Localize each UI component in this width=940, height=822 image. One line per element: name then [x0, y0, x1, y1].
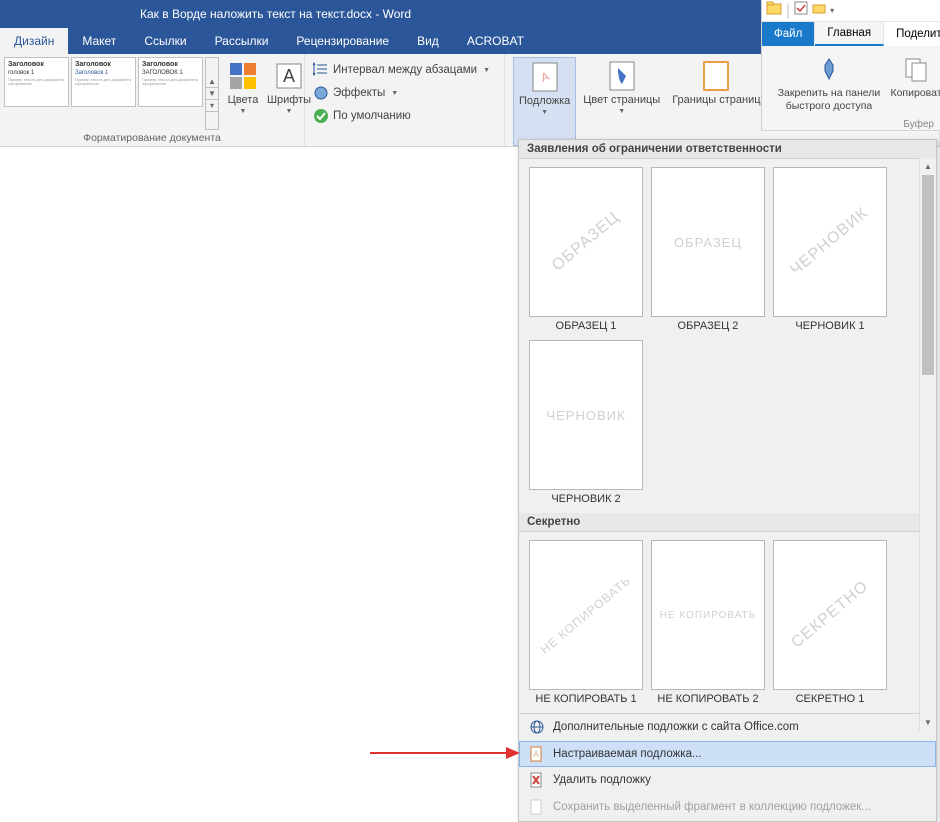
watermark-donotcopy-2[interactable]: НЕ КОПИРОВАТЬ НЕ КОПИРОВАТЬ 2 — [651, 540, 765, 705]
tab-mailings[interactable]: Рассылки — [201, 28, 283, 54]
gallery-scrollbar[interactable]: ▲ ▼ — [919, 158, 936, 731]
effects-icon — [313, 85, 329, 101]
globe-icon — [529, 719, 545, 735]
page-borders-button[interactable]: Границы страниц — [667, 57, 765, 146]
copy-button[interactable]: Копироват — [894, 50, 938, 119]
theme-thumb-2[interactable]: Заголовок Заголовок 1 Пример текста для … — [71, 57, 136, 107]
gallery-section-disclaimer: Заявления об ограничении ответственности — [519, 140, 936, 159]
annotation-arrow — [370, 743, 520, 763]
page-color-button[interactable]: Цвет страницы ▼ — [578, 57, 665, 146]
tab-acrobat[interactable]: ACROBAT — [453, 28, 538, 54]
tab-layout[interactable]: Макет — [68, 28, 130, 54]
theme-gallery-more[interactable]: ▲▼▾ — [205, 57, 219, 130]
qat-folder-icon[interactable] — [812, 1, 826, 20]
watermark-draft-2[interactable]: ЧЕРНОВИК ЧЕРНОВИК 2 — [529, 340, 643, 505]
formatting-options-group: Интервал между абзацами ▼ Эффекты ▼ По у… — [305, 54, 505, 146]
save-selection-icon — [529, 799, 545, 815]
qat-checkbox-icon[interactable] — [794, 1, 808, 20]
scrollbar-thumb[interactable] — [922, 175, 934, 375]
tab-review[interactable]: Рецензирование — [282, 28, 403, 54]
document-formatting-group: Заголовок головок 1 Пример текста для до… — [0, 54, 305, 146]
remove-watermark-icon — [529, 772, 545, 788]
document-title: Как в Ворде наложить текст на текст.docx… — [140, 7, 411, 21]
divider: | — [786, 2, 790, 20]
fonts-icon: A — [273, 60, 305, 92]
page-borders-icon — [700, 60, 732, 92]
explorer-tabs: Файл Главная Поделит — [762, 22, 940, 46]
scroll-up-button[interactable]: ▲ — [920, 158, 936, 175]
tab-design[interactable]: Дизайн — [0, 28, 68, 54]
watermark-draft-1[interactable]: ЧЕРНОВИК ЧЕРНОВИК 1 — [773, 167, 887, 332]
effects-button[interactable]: Эффекты ▼ — [309, 82, 500, 104]
watermark-donotcopy-1[interactable]: НЕ КОПИРОВАТЬ НЕ КОПИРОВАТЬ 1 — [529, 540, 643, 705]
explorer-quick-access-toolbar: | ▾ — [762, 0, 940, 22]
paragraph-spacing-icon — [313, 62, 329, 78]
menu-custom-watermark[interactable]: A Настраиваемая подложка... — [519, 741, 936, 767]
explorer-tab-file[interactable]: Файл — [762, 22, 815, 46]
tab-references[interactable]: Ссылки — [130, 28, 200, 54]
explorer-ribbon: Закрепить на панели быстрого доступа Коп… — [762, 46, 940, 131]
clipboard-group-label: Буфер — [764, 119, 938, 130]
explorer-app-icon — [766, 0, 782, 21]
qat-dropdown[interactable]: ▾ — [830, 6, 834, 15]
theme-gallery[interactable]: Заголовок головок 1 Пример текста для до… — [4, 57, 219, 130]
menu-more-office[interactable]: Дополнительные подложки с сайта Office.c… — [519, 714, 936, 741]
check-icon — [313, 108, 329, 124]
menu-remove-watermark[interactable]: Удалить подложку — [519, 767, 936, 794]
colors-icon — [227, 60, 259, 92]
custom-watermark-icon: A — [529, 746, 545, 762]
explorer-tab-home[interactable]: Главная — [815, 22, 884, 46]
paragraph-spacing-button[interactable]: Интервал между абзацами ▼ — [309, 59, 500, 81]
theme-thumb-1[interactable]: Заголовок головок 1 Пример текста для до… — [4, 57, 69, 107]
explorer-tab-share[interactable]: Поделит — [884, 22, 940, 46]
svg-text:A: A — [283, 66, 295, 86]
scroll-down-button[interactable]: ▼ — [920, 714, 936, 731]
svg-text:A: A — [533, 750, 539, 759]
watermark-icon: A — [529, 61, 561, 93]
set-default-button[interactable]: По умолчанию — [309, 105, 500, 127]
file-explorer-window: | ▾ Файл Главная Поделит Закрепить на па… — [761, 0, 940, 131]
pin-icon — [813, 53, 845, 85]
watermark-sample-1[interactable]: ОБРАЗЕЦ ОБРАЗЕЦ 1 — [529, 167, 643, 332]
theme-thumb-3[interactable]: Заголовок ЗАГОЛОВОК 1 Пример текста для … — [138, 57, 203, 107]
watermark-button[interactable]: A Подложка ▼ — [513, 57, 576, 146]
colors-button[interactable]: Цвета ▼ — [221, 57, 265, 130]
gallery-footer-menu: Дополнительные подложки с сайта Office.c… — [519, 713, 936, 821]
watermark-sample-2[interactable]: ОБРАЗЕЦ ОБРАЗЕЦ 2 — [651, 167, 765, 332]
menu-save-selection: Сохранить выделенный фрагмент в коллекци… — [519, 794, 936, 821]
watermark-secret-1[interactable]: СЕКРЕТНО СЕКРЕТНО 1 — [773, 540, 887, 705]
watermark-gallery-dropdown: Заявления об ограничении ответственности… — [518, 139, 937, 822]
copy-icon — [900, 53, 932, 85]
gallery-section-confidential: Секретно — [519, 513, 936, 532]
tab-view[interactable]: Вид — [403, 28, 453, 54]
group-label-formatting: Форматирование документа — [4, 130, 300, 146]
pin-quick-access-button[interactable]: Закрепить на панели быстрого доступа — [764, 50, 894, 119]
page-color-icon — [606, 60, 638, 92]
